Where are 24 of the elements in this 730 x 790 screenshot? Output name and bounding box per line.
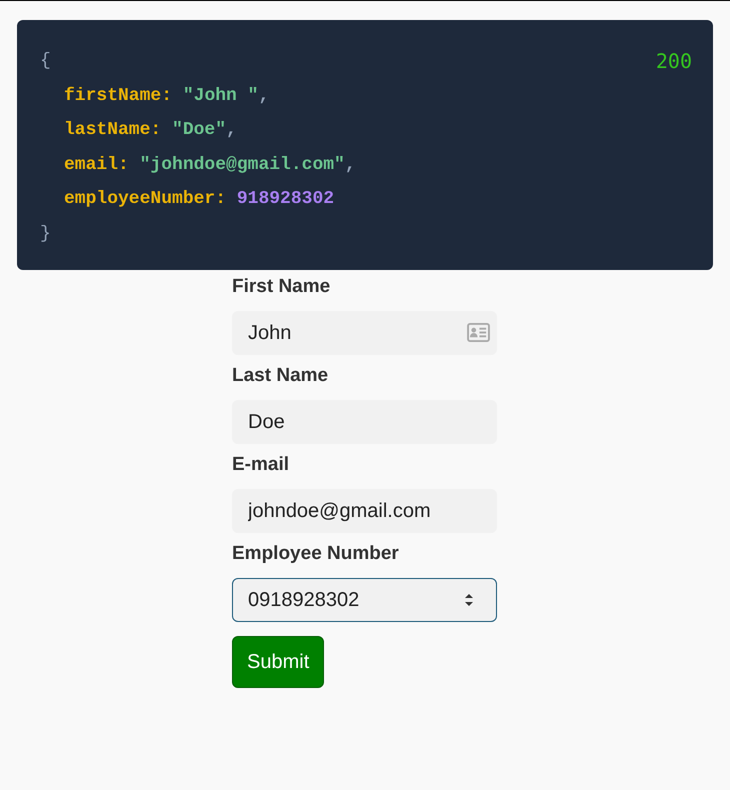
brace: { bbox=[40, 51, 51, 71]
input-field[interactable]: John bbox=[232, 311, 497, 355]
field-label: E-mail bbox=[232, 454, 290, 476]
comma: , bbox=[226, 120, 237, 140]
submit-button[interactable]: Submit bbox=[232, 636, 324, 688]
json-value: "Doe" bbox=[172, 120, 226, 140]
json-key: lastName: bbox=[64, 120, 162, 140]
field-label: First Name bbox=[232, 276, 332, 298]
number-field[interactable]: 0918928302 bbox=[232, 578, 497, 622]
json-value: 918928302 bbox=[236, 189, 334, 209]
contact-card-icon bbox=[467, 323, 490, 342]
json-key: email: bbox=[64, 154, 129, 174]
json-value: "John " bbox=[182, 86, 258, 106]
comma: , bbox=[344, 154, 356, 174]
input-field[interactable]: Doe bbox=[232, 400, 497, 444]
json-key: employeeNumber: bbox=[64, 189, 226, 209]
comma: , bbox=[258, 86, 270, 106]
json-key: firstName: bbox=[64, 86, 172, 106]
status-code: 200 bbox=[656, 48, 692, 75]
brace: } bbox=[40, 224, 51, 244]
field-label: Employee Number bbox=[232, 543, 400, 565]
spinner-icon[interactable] bbox=[464, 592, 474, 608]
field-label: Last Name bbox=[232, 365, 330, 387]
json-value: "johndoe@gmail.com" bbox=[140, 154, 345, 174]
